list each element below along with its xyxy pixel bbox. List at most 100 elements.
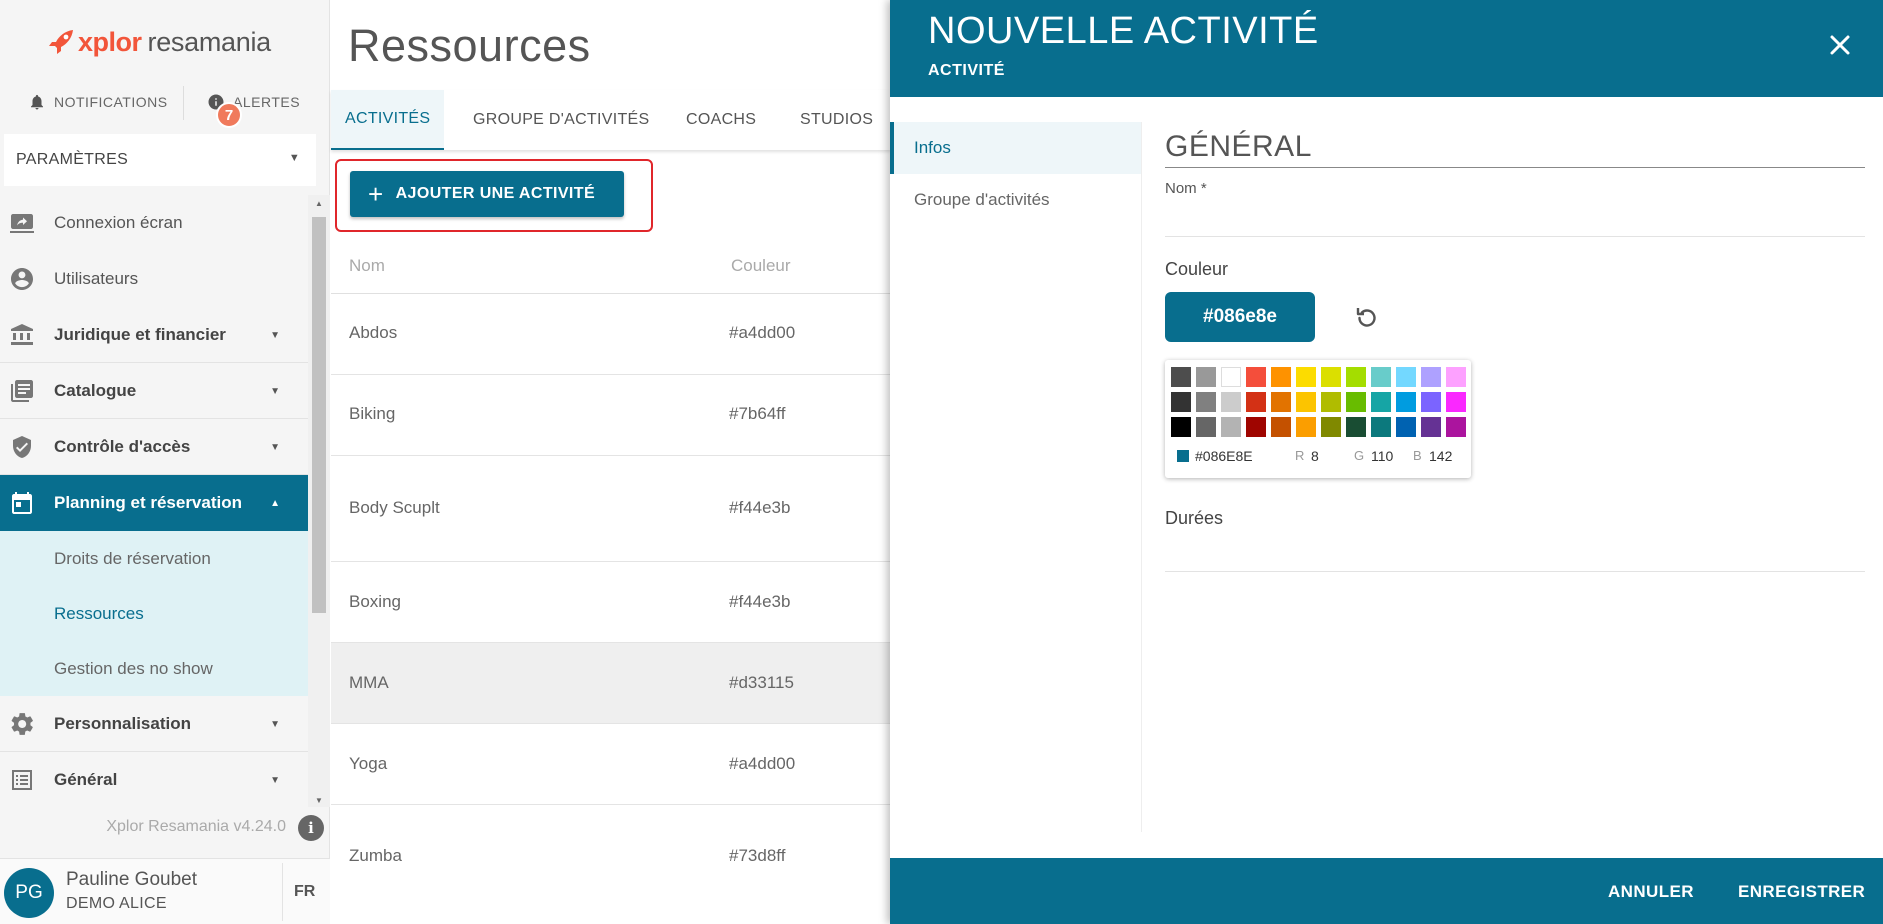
sidebar-item-catalogue[interactable]: Catalogue ▼ — [0, 363, 308, 419]
table-row[interactable]: Zumba #73d8ff — [331, 805, 891, 905]
color-swatch[interactable] — [1346, 392, 1366, 412]
color-swatch[interactable] — [1446, 392, 1466, 412]
divider — [183, 86, 184, 120]
tab-activites[interactable]: ACTIVITÉS — [331, 90, 445, 150]
parameters-select[interactable]: PARAMÈTRES ▼ — [4, 134, 316, 186]
r-input[interactable]: 8 — [1311, 448, 1319, 464]
caret-up-icon: ▲ — [270, 498, 280, 509]
color-swatch[interactable] — [1396, 392, 1416, 412]
color-swatch[interactable] — [1371, 367, 1391, 387]
color-values: #086E8E R 8 G 110 B 142 — [1177, 448, 1477, 468]
sidebar-item-juridique[interactable]: Juridique et financier ▼ — [0, 307, 308, 363]
reset-icon[interactable] — [1353, 304, 1381, 332]
color-swatch[interactable] — [1396, 417, 1416, 437]
color-swatch[interactable] — [1171, 417, 1191, 437]
rocket-logo-icon — [49, 30, 73, 54]
g-input[interactable]: 110 — [1371, 448, 1393, 464]
table-row[interactable]: Yoga #a4dd00 — [331, 724, 891, 805]
scroll-up-icon[interactable]: ▲ — [315, 199, 323, 208]
close-icon[interactable] — [1825, 30, 1855, 60]
drawer-nav-infos[interactable]: Infos — [890, 122, 1141, 174]
column-header-nom[interactable]: Nom — [349, 256, 385, 276]
submenu-item-ressources[interactable]: Ressources — [0, 586, 308, 641]
language-switch[interactable]: FR — [294, 883, 315, 901]
color-swatch[interactable] — [1271, 417, 1291, 437]
table-row[interactable]: MMA #d33115 — [331, 643, 891, 724]
color-swatch[interactable] — [1196, 392, 1216, 412]
color-swatch[interactable] — [1371, 417, 1391, 437]
activity-name: Zumba — [349, 846, 402, 865]
color-swatch[interactable] — [1171, 367, 1191, 387]
color-swatch[interactable] — [1296, 417, 1316, 437]
color-swatch[interactable] — [1446, 367, 1466, 387]
color-swatch[interactable] — [1221, 367, 1241, 387]
color-swatch[interactable] — [1246, 417, 1266, 437]
avatar[interactable]: PG — [4, 868, 54, 918]
color-button[interactable]: #086e8e — [1165, 292, 1315, 342]
activity-color: #a4dd00 — [729, 754, 796, 773]
color-swatch[interactable] — [1246, 367, 1266, 387]
color-swatch[interactable] — [1421, 367, 1441, 387]
color-row: #086e8e — [1165, 292, 1865, 342]
tab-studios[interactable]: STUDIOS — [800, 90, 873, 150]
color-swatch[interactable] — [1221, 417, 1241, 437]
color-swatch[interactable] — [1396, 367, 1416, 387]
drawer-nav: Infos Groupe d'activités — [890, 122, 1142, 832]
column-header-couleur[interactable]: Couleur — [731, 256, 791, 276]
color-swatch[interactable] — [1196, 417, 1216, 437]
color-swatch[interactable] — [1221, 392, 1241, 412]
sidebar-scrollbar[interactable]: ▲ ▼ — [308, 195, 330, 807]
table-row[interactable]: Biking #7b64ff — [331, 375, 891, 456]
divider — [282, 863, 283, 921]
notifications-button[interactable]: NOTIFICATIONS — [28, 93, 168, 111]
save-button[interactable]: ENREGISTRER — [1738, 882, 1865, 902]
cancel-button[interactable]: ANNULER — [1608, 882, 1694, 902]
page-title: Ressources — [348, 20, 591, 71]
sidebar-item-general[interactable]: Général ▼ — [0, 752, 308, 808]
color-swatch[interactable] — [1296, 392, 1316, 412]
g-label: G — [1354, 448, 1365, 463]
brand-logo[interactable]: xplor resamania — [46, 22, 271, 62]
hex-input[interactable]: #086E8E — [1195, 448, 1253, 464]
color-swatch[interactable] — [1246, 392, 1266, 412]
caret-down-icon: ▼ — [270, 330, 280, 341]
color-preview-swatch — [1177, 450, 1189, 462]
color-swatch[interactable] — [1321, 417, 1341, 437]
name-input[interactable] — [1165, 197, 1865, 237]
color-swatch[interactable] — [1171, 392, 1191, 412]
color-swatch[interactable] — [1271, 367, 1291, 387]
sidebar-item-personnalisation[interactable]: Personnalisation ▼ — [0, 696, 308, 752]
sidebar-item-planning[interactable]: Planning et réservation ▲ — [0, 475, 308, 531]
submenu-item-droits-reservation[interactable]: Droits de réservation — [0, 531, 308, 586]
color-swatch[interactable] — [1346, 417, 1366, 437]
tab-coachs[interactable]: COACHS — [686, 90, 756, 150]
color-swatch[interactable] — [1421, 417, 1441, 437]
color-swatch[interactable] — [1446, 417, 1466, 437]
table-row[interactable]: Body Scuplt #f44e3b — [331, 456, 891, 562]
tab-groupe-activites[interactable]: GROUPE D'ACTIVITÉS — [473, 90, 649, 150]
brand-name-xplor: xplor — [78, 26, 142, 57]
color-swatch[interactable] — [1296, 367, 1316, 387]
color-swatch[interactable] — [1196, 367, 1216, 387]
sidebar-item-utilisateurs[interactable]: Utilisateurs — [0, 251, 308, 307]
sidebar-item-controle-acces[interactable]: Contrôle d'accès ▼ — [0, 419, 308, 475]
add-activity-button[interactable]: + AJOUTER UNE ACTIVITÉ — [350, 171, 624, 217]
durations-input[interactable] — [1165, 532, 1865, 572]
color-swatch[interactable] — [1321, 367, 1341, 387]
color-swatch[interactable] — [1371, 392, 1391, 412]
color-swatch[interactable] — [1346, 367, 1366, 387]
sidebar-item-connexion-ecran[interactable]: Connexion écran — [0, 195, 308, 251]
table-row[interactable]: Boxing #f44e3b — [331, 562, 891, 643]
submenu-item-gestion-no-show[interactable]: Gestion des no show — [0, 641, 308, 696]
color-swatch[interactable] — [1271, 392, 1291, 412]
color-swatch[interactable] — [1421, 392, 1441, 412]
b-input[interactable]: 142 — [1429, 448, 1452, 464]
scrollbar-thumb[interactable] — [312, 217, 326, 613]
color-swatch[interactable] — [1321, 392, 1341, 412]
alerts-count-badge: 7 — [216, 102, 242, 128]
version-info-icon[interactable]: i — [298, 815, 324, 841]
caret-down-icon: ▼ — [270, 442, 280, 453]
scroll-down-icon[interactable]: ▼ — [315, 796, 323, 805]
drawer-nav-groupe-activites[interactable]: Groupe d'activités — [890, 174, 1141, 226]
table-row[interactable]: Abdos #a4dd00 — [331, 294, 891, 375]
